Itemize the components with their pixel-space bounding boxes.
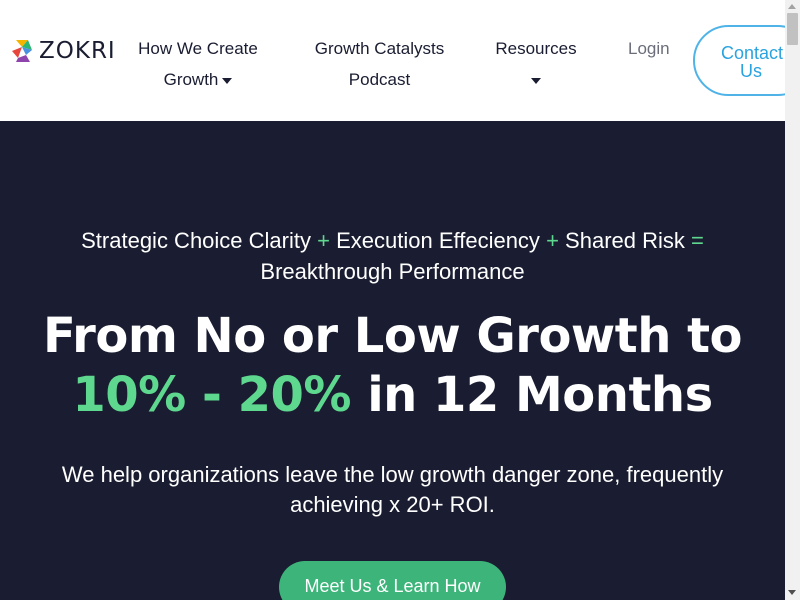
headline-rest: in 12 Months: [350, 367, 713, 423]
tagline-operator: =: [691, 228, 704, 253]
nav-label-line2: Growth: [163, 70, 219, 89]
login-link[interactable]: Login: [628, 33, 670, 64]
tagline-part: Strategic Choice Clarity: [81, 228, 311, 253]
caret-down-icon: [222, 77, 233, 84]
nav-label-line2: Podcast: [348, 70, 411, 89]
nav-label-line1: Growth Catalysts: [314, 39, 445, 58]
brand-name: ZOKRI: [39, 38, 116, 64]
tagline-operator: +: [317, 228, 330, 253]
nav-how-we-create-growth[interactable]: How We Create Growth: [132, 33, 264, 95]
nav-label: Resources: [495, 39, 577, 58]
headline-line1: From No or Low Growth to: [42, 308, 743, 364]
nav-growth-catalysts-podcast[interactable]: Growth Catalysts Podcast: [309, 33, 450, 95]
tagline-operator: +: [546, 228, 559, 253]
nav-label-line1: How We Create: [138, 39, 258, 58]
tagline-part: Execution Effeciency: [336, 228, 540, 253]
scroll-down-arrow-icon[interactable]: [788, 590, 796, 595]
tagline-result: Breakthrough Performance: [260, 259, 525, 284]
caret-down-icon: [531, 77, 541, 84]
headline-highlight: 10% - 20%: [72, 367, 351, 423]
tagline-part: Shared Risk: [565, 228, 685, 253]
nav-resources[interactable]: Resources: [488, 33, 584, 95]
zokri-logo-icon: [12, 40, 32, 62]
meet-us-learn-how-button[interactable]: Meet Us & Learn How: [279, 561, 506, 600]
hero-subtext: We help organizations leave the low grow…: [61, 462, 724, 517]
scroll-thumb[interactable]: [787, 13, 798, 45]
hero-section: Strategic Choice Clarity + Execution Eff…: [0, 121, 785, 600]
vertical-scrollbar[interactable]: [785, 0, 800, 600]
hero-headline: From No or Low Growth to 10% - 20% in 12…: [20, 307, 765, 425]
site-header: ZOKRI How We Create Growth Growth Cataly…: [0, 0, 800, 121]
brand-logo[interactable]: ZOKRI: [10, 38, 116, 64]
contact-us-button[interactable]: Contact Us: [693, 25, 800, 96]
scroll-up-arrow-icon[interactable]: [788, 4, 796, 9]
hero-tagline: Strategic Choice Clarity + Execution Eff…: [40, 225, 745, 287]
